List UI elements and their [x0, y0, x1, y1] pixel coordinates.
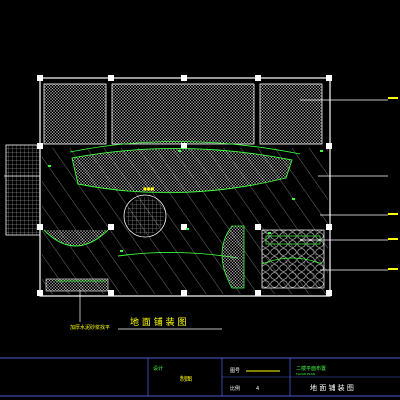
drawing-name: 地 面 铺 装 图 [310, 383, 354, 392]
left-note: 加厚水泥砂浆找平 [70, 324, 110, 331]
top-bay-right [259, 83, 323, 145]
sheet-value: 4 [256, 386, 259, 392]
floor-plan: ■■■ [5, 75, 332, 297]
hex-tile-zone [261, 229, 325, 289]
project-name: 二楼平面布置 [296, 365, 326, 372]
project-sub: FLOOR PLAN [296, 372, 315, 376]
title-block: 设计 制图 图号 比例 4 二楼平面布置 FLOOR PLAN 地 面 铺 装 … [0, 357, 400, 397]
scale-label: 比例 [230, 385, 240, 392]
top-bay-left [43, 83, 107, 145]
band-label: ■■■ [143, 186, 155, 191]
sheet-label: 图号 [230, 368, 240, 374]
design-label: 设计 [153, 365, 163, 372]
floor-medallion [123, 194, 167, 238]
top-bay-center [111, 83, 255, 145]
cad-drawing-canvas: ■■■ 加厚水泥砂浆找平 地 面 铺 装 图 设计 制图 图号 比例 4 二楼平… [0, 75, 400, 397]
left-balcony-grid [5, 144, 41, 236]
draw-label: 制图 [180, 375, 192, 383]
leader-tags [388, 97, 398, 270]
drawing-caption: 地 面 铺 装 图 [130, 316, 186, 328]
